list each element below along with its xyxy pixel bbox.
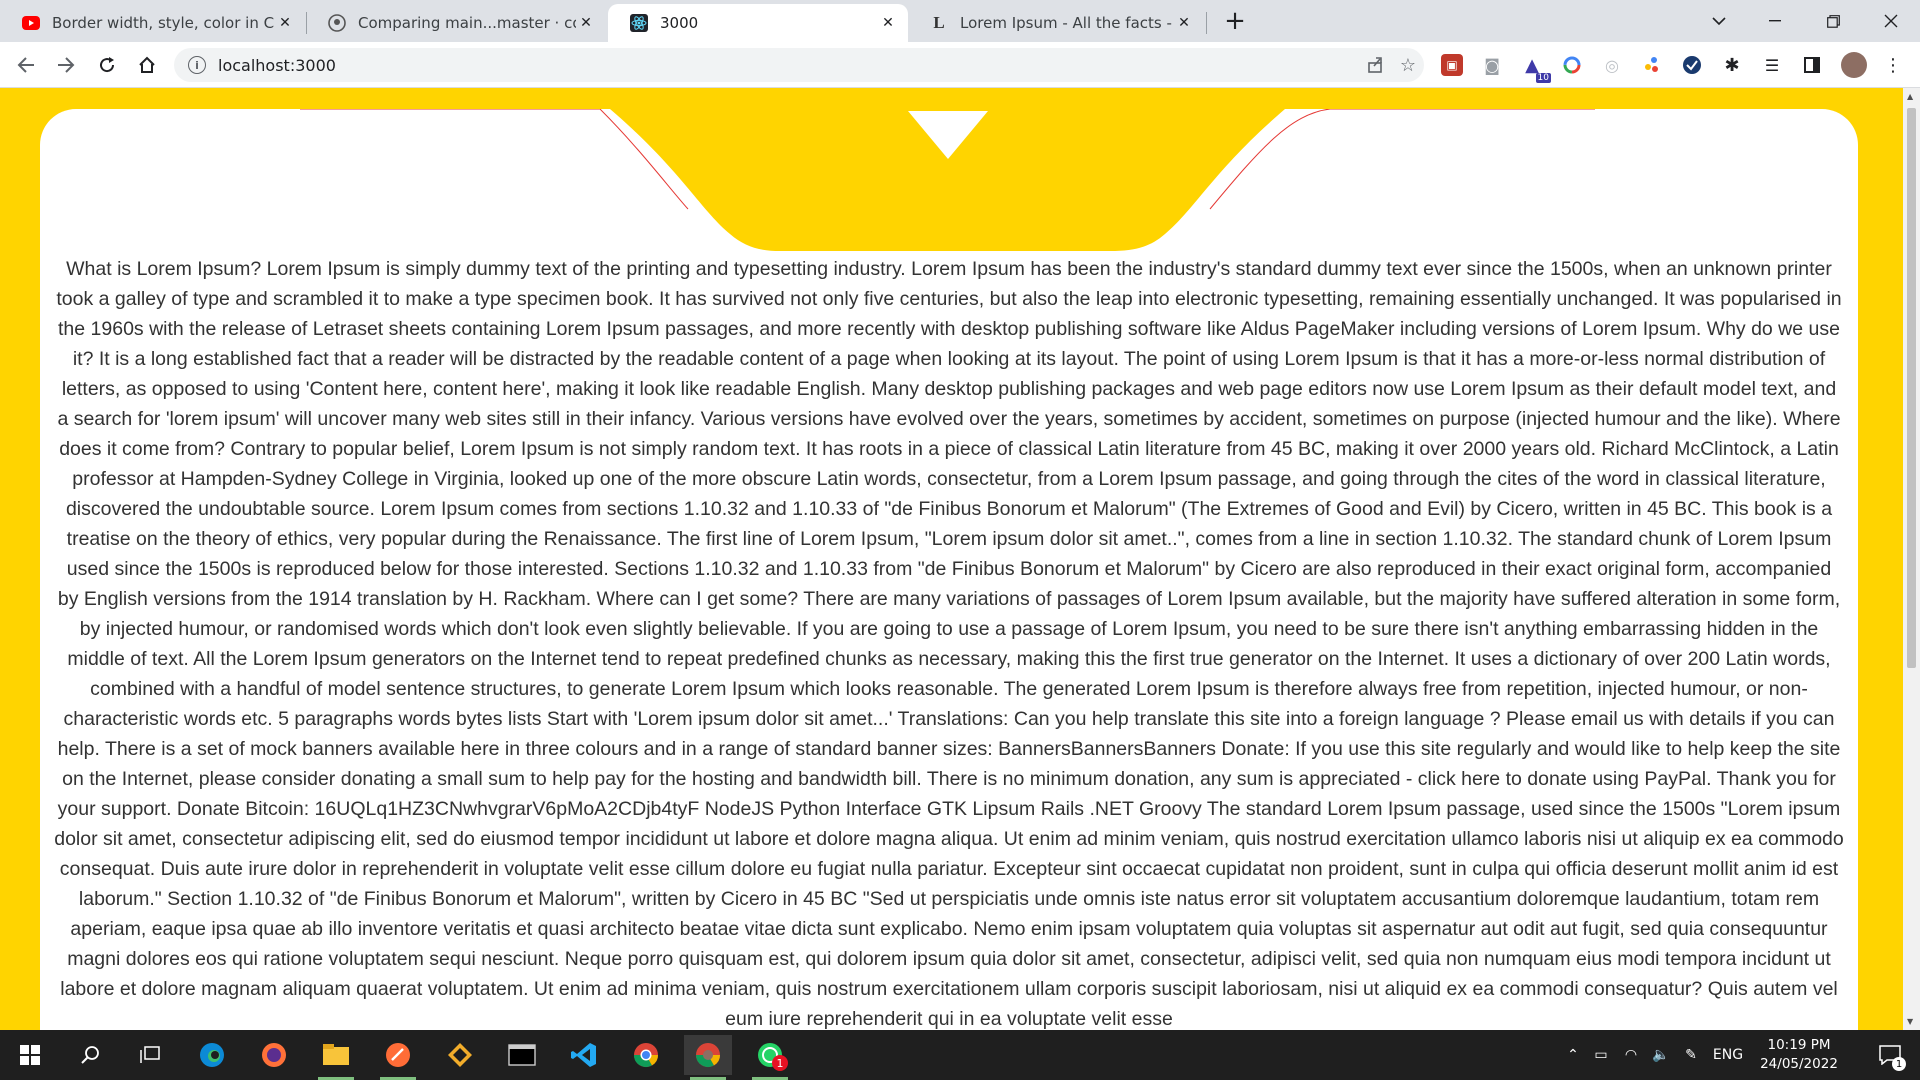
tab-title: Comparing main...master · codeg bbox=[358, 14, 576, 32]
tab-title: Border width, style, color in CSS3 bbox=[52, 14, 275, 32]
minimize-button[interactable] bbox=[1746, 0, 1804, 42]
terminal-icon[interactable] bbox=[498, 1035, 546, 1075]
system-tray: ⌃ ▭ ◠ 🔈 ✎ ENG bbox=[1560, 1030, 1750, 1080]
color-ring-extension-icon[interactable] bbox=[1561, 54, 1583, 76]
camera-extension-icon[interactable]: ◙ bbox=[1481, 54, 1503, 76]
file-explorer-icon[interactable] bbox=[312, 1035, 360, 1080]
new-tab-button[interactable]: + bbox=[1218, 4, 1252, 38]
postman-icon[interactable] bbox=[374, 1035, 422, 1080]
extension-badge: 10 bbox=[1535, 73, 1551, 83]
check-extension-icon[interactable] bbox=[1681, 54, 1703, 76]
content-card: What is Lorem Ipsum? Lorem Ipsum is simp… bbox=[40, 109, 1858, 1030]
git-kraken-icon[interactable] bbox=[436, 1035, 484, 1075]
tab-title: Lorem Ipsum - All the facts - Lips bbox=[960, 14, 1174, 32]
chrome-icon[interactable] bbox=[622, 1035, 670, 1075]
youtube-icon bbox=[22, 14, 40, 32]
wifi-icon[interactable]: ◠ bbox=[1616, 1047, 1646, 1063]
volume-icon[interactable]: 🔈 bbox=[1646, 1047, 1676, 1063]
windows-start-icon[interactable] bbox=[6, 1035, 54, 1075]
task-view-icon[interactable] bbox=[126, 1035, 174, 1075]
battery-icon[interactable]: ▭ bbox=[1586, 1047, 1616, 1063]
scrollbar-thumb[interactable] bbox=[1907, 108, 1916, 668]
close-tab-icon[interactable]: ✕ bbox=[275, 13, 295, 33]
notification-center-icon[interactable]: 1 bbox=[1866, 1035, 1914, 1075]
edge-icon[interactable] bbox=[188, 1035, 236, 1075]
extension-red-icon[interactable]: ▣ bbox=[1441, 54, 1463, 76]
tab-youtube[interactable]: Border width, style, color in CSS3 ✕ bbox=[0, 4, 305, 42]
profile-avatar[interactable] bbox=[1841, 52, 1867, 78]
clock-date: 24/05/2022 bbox=[1760, 1056, 1838, 1072]
bookmark-star-icon[interactable]: ☆ bbox=[1392, 49, 1424, 81]
reload-button[interactable] bbox=[91, 49, 123, 81]
restore-button[interactable] bbox=[1804, 0, 1862, 42]
react-icon bbox=[630, 14, 648, 32]
dots-extension-icon[interactable] bbox=[1641, 54, 1663, 76]
graduation-extension-icon[interactable]: ▲ 10 bbox=[1521, 54, 1551, 83]
taskbar-clock[interactable]: 10:19 PM 24/05/2022 bbox=[1754, 1036, 1844, 1074]
close-tab-icon[interactable]: ✕ bbox=[1174, 13, 1194, 33]
firefox-icon[interactable] bbox=[250, 1035, 298, 1075]
scroll-down-icon[interactable]: ▼ bbox=[1907, 1017, 1913, 1026]
site-info-icon[interactable]: i bbox=[188, 56, 206, 74]
home-button[interactable] bbox=[131, 49, 163, 81]
address-url[interactable]: localhost:3000 bbox=[218, 56, 1360, 75]
tab-strip: Border width, style, color in CSS3 ✕ Com… bbox=[0, 0, 1920, 42]
clock-time: 10:19 PM bbox=[1767, 1037, 1831, 1053]
whatsapp-badge: 1 bbox=[772, 1055, 788, 1071]
close-window-button[interactable] bbox=[1862, 0, 1920, 42]
tab-separator bbox=[1206, 12, 1207, 34]
forward-button[interactable] bbox=[50, 49, 82, 81]
github-icon bbox=[328, 14, 346, 32]
tab-github[interactable]: Comparing main...master · codeg ✕ bbox=[306, 4, 606, 42]
whatsapp-icon[interactable]: 1 bbox=[746, 1035, 794, 1080]
share-icon[interactable] bbox=[1360, 49, 1392, 81]
side-panel-icon[interactable] bbox=[1801, 54, 1823, 76]
page-scrollbar[interactable]: ▲ ▼ bbox=[1903, 88, 1920, 1030]
windows-taskbar: 1 ⌃ ▭ ◠ 🔈 ✎ ENG 10:19 PM 24/05/2022 1 bbox=[0, 1030, 1920, 1080]
tab-localhost[interactable]: 3000 ✕ bbox=[608, 4, 908, 42]
language-indicator[interactable]: ENG bbox=[1706, 1047, 1750, 1063]
pen-icon[interactable]: ✎ bbox=[1676, 1047, 1706, 1063]
tab-search-icon[interactable] bbox=[1690, 0, 1748, 42]
lorem-paragraph: What is Lorem Ipsum? Lorem Ipsum is simp… bbox=[54, 258, 1844, 1030]
tab-lipsum[interactable]: L Lorem Ipsum - All the facts - Lips ✕ bbox=[908, 4, 1204, 42]
menu-kebab-icon[interactable]: ⋮ bbox=[1882, 54, 1904, 76]
puzzle-extensions-icon[interactable]: ✱ bbox=[1721, 54, 1743, 76]
search-icon[interactable] bbox=[66, 1035, 114, 1075]
lipsum-icon: L bbox=[933, 13, 945, 32]
vscode-icon[interactable] bbox=[560, 1035, 608, 1075]
tab-title: 3000 bbox=[660, 14, 699, 32]
address-bar[interactable]: i localhost:3000 ☆ bbox=[174, 48, 1424, 82]
browser-toolbar: i localhost:3000 ☆ ▣ ◙ ▲ 10 ◎ ✱ ☰ ⋮ bbox=[0, 42, 1920, 88]
chrome-profile-icon[interactable] bbox=[684, 1035, 732, 1080]
page-viewport: What is Lorem Ipsum? Lorem Ipsum is simp… bbox=[0, 88, 1903, 1030]
notification-badge: 1 bbox=[1892, 1057, 1906, 1071]
back-button[interactable] bbox=[10, 49, 42, 81]
close-tab-icon[interactable]: ✕ bbox=[576, 13, 596, 33]
scroll-up-icon[interactable]: ▲ bbox=[1907, 92, 1913, 101]
tray-overflow-chevron-icon[interactable]: ⌃ bbox=[1560, 1047, 1586, 1063]
compass-extension-icon[interactable]: ◎ bbox=[1601, 54, 1623, 76]
close-tab-icon[interactable]: ✕ bbox=[878, 13, 898, 33]
media-control-icon[interactable]: ☰ bbox=[1761, 54, 1783, 76]
